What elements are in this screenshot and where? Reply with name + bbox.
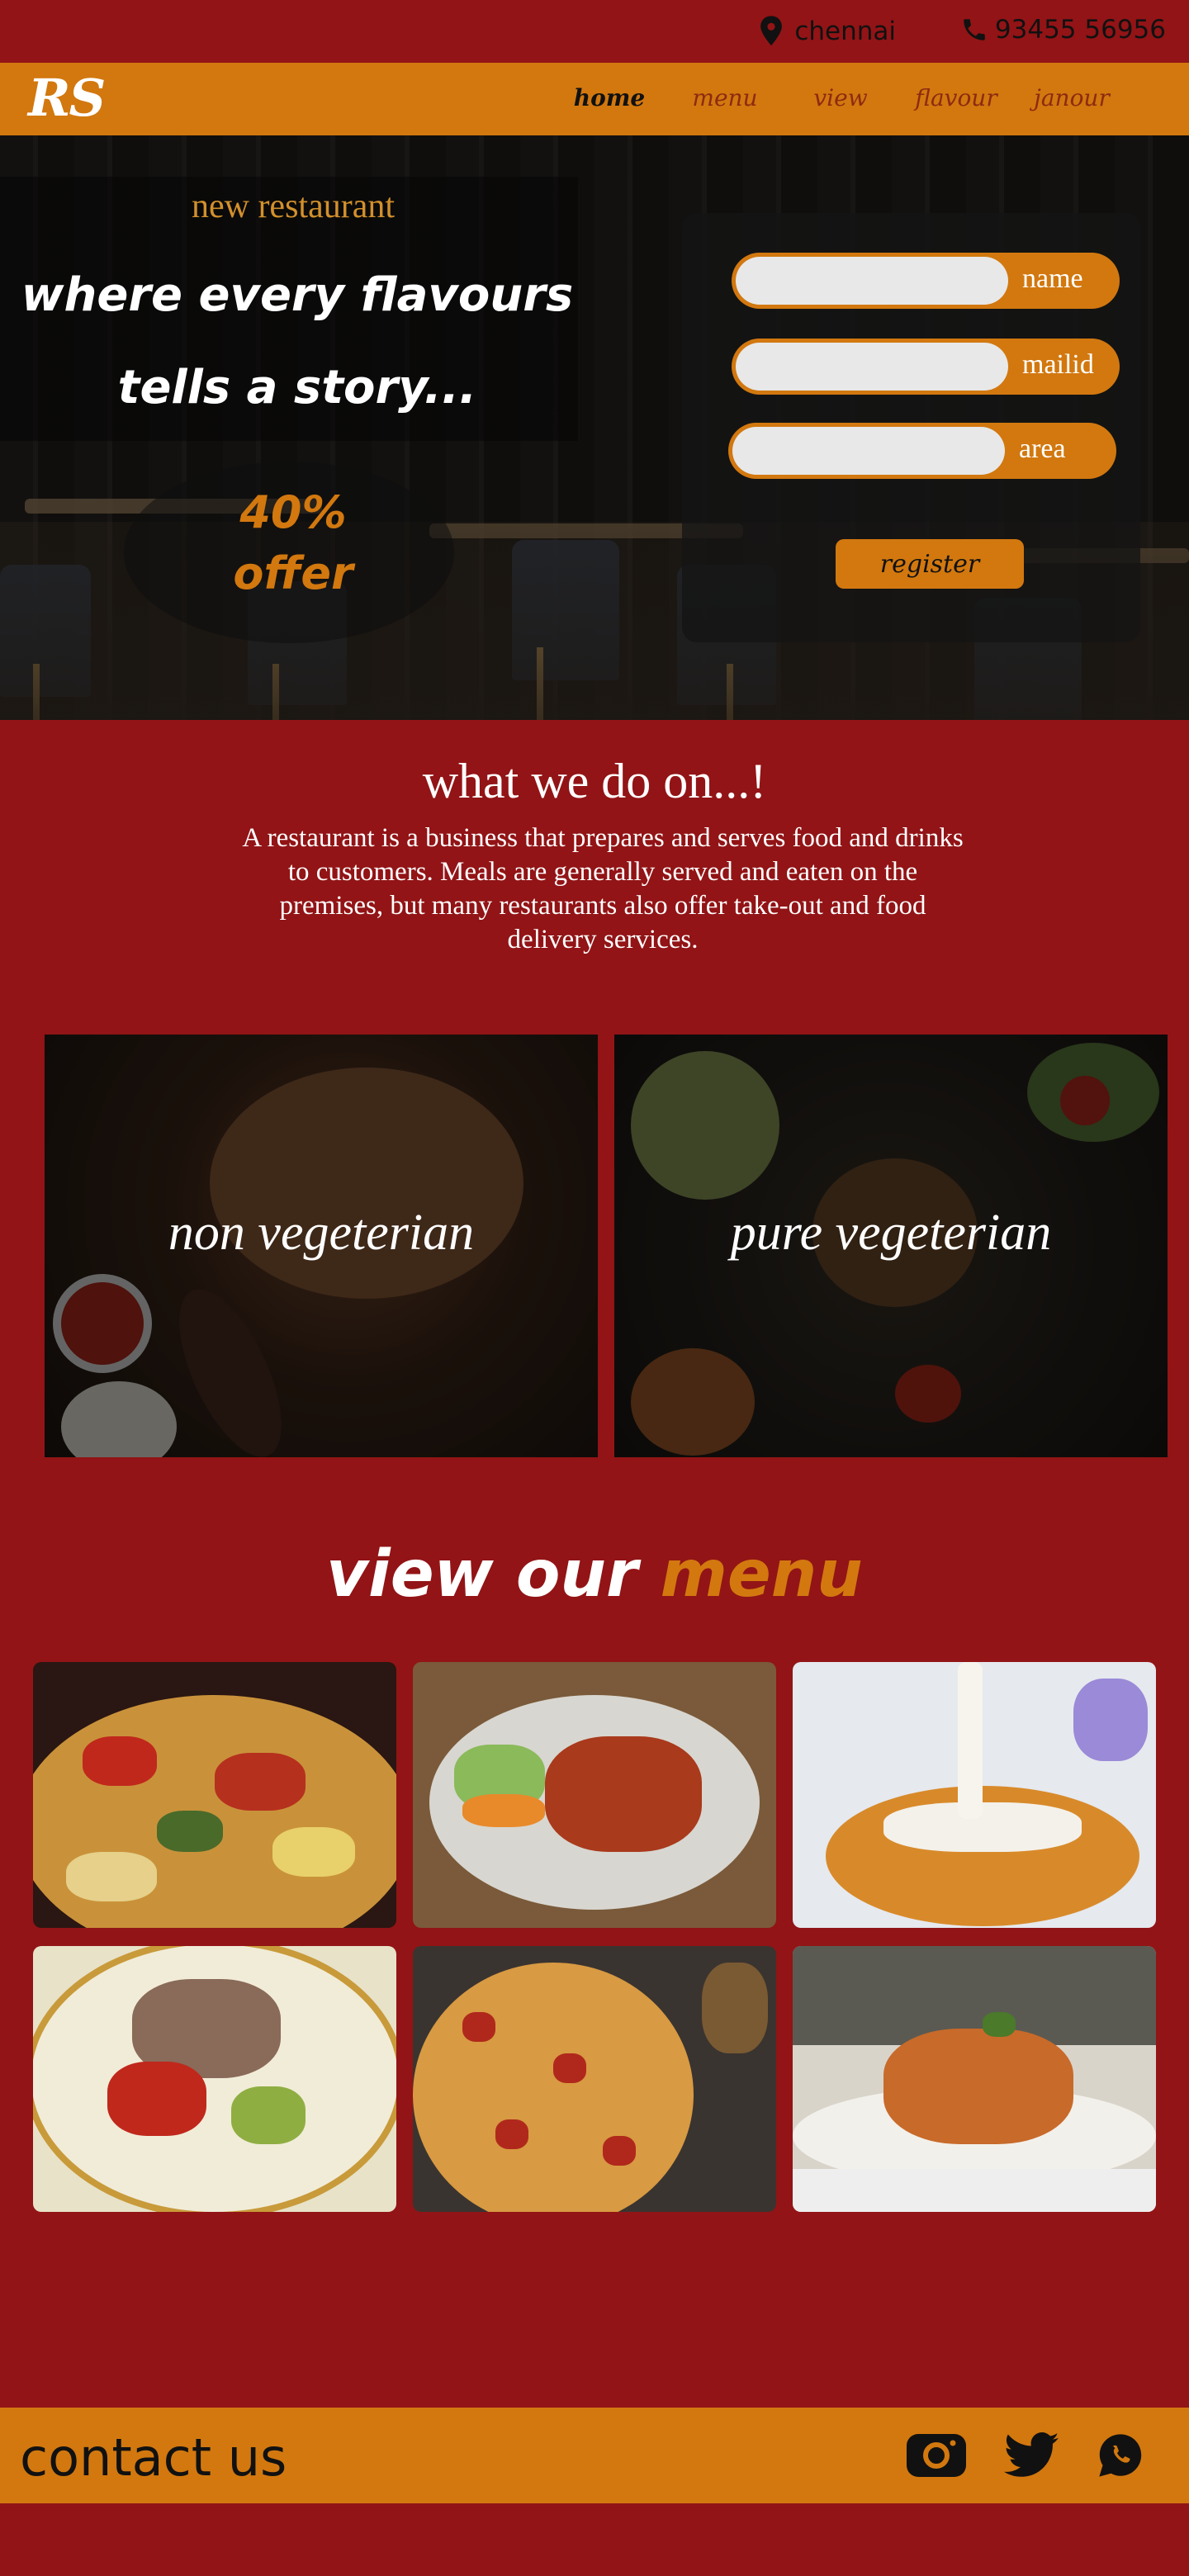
phone-icon <box>964 19 985 40</box>
hero-headline-line2: tells a story... <box>117 361 477 414</box>
name-input[interactable] <box>736 257 1008 305</box>
name-label: name <box>1022 263 1083 294</box>
brand-logo[interactable]: RS <box>28 68 106 128</box>
menu-dish-octopus-salad[interactable] <box>33 1946 396 2212</box>
register-button[interactable]: register <box>836 539 1024 589</box>
cake-flowers <box>1073 1679 1148 1761</box>
pasta-pepper <box>215 1753 306 1811</box>
phone-info[interactable]: 93455 56956 <box>960 15 1166 45</box>
offer-percent: 40% <box>239 486 347 538</box>
category-card-non-veg[interactable]: non vegeterian <box>45 1035 598 1457</box>
pasta-pepper <box>83 1736 157 1786</box>
phone-number[interactable]: 93455 56956 <box>995 15 1166 45</box>
octopus-pesto <box>231 2086 306 2144</box>
nav-item-menu[interactable]: menu <box>667 84 783 111</box>
menu-title-accent: menu <box>660 1537 863 1612</box>
nav-menu: home menu view flavour janour <box>552 84 1130 111</box>
mailid-input[interactable] <box>736 343 1008 391</box>
offer-word: offer <box>233 547 353 599</box>
wings-chicken <box>545 1736 702 1852</box>
social-links <box>905 2432 1144 2479</box>
top-info-bar: chennai 93455 56956 <box>0 0 1189 63</box>
registration-form: name mailid area register <box>682 213 1140 642</box>
pasta-greens <box>157 1811 223 1852</box>
pizza-glass <box>702 1963 768 2053</box>
pizza-pepperoni <box>553 2053 586 2083</box>
category-label-non-veg: non vegeterian <box>168 1205 475 1261</box>
instagram-icon[interactable] <box>905 2432 968 2479</box>
category-card-pure-veg[interactable]: pure vegeterian <box>614 1035 1168 1457</box>
hero-subtitle: new restaurant <box>191 187 396 225</box>
location-text: chennai <box>794 17 896 46</box>
twitter-icon[interactable] <box>997 2432 1067 2479</box>
spaghetti-noodles <box>883 2029 1073 2144</box>
location-info: chennai <box>756 15 896 48</box>
about-text: A restaurant is a business that prepares… <box>242 823 964 954</box>
cake-glaze <box>883 1802 1082 1852</box>
menu-title-main: view our <box>326 1537 638 1612</box>
contact-us-label[interactable]: contact us <box>20 2427 287 2488</box>
footer: contact us <box>0 2408 1189 2503</box>
cake-drizzle <box>958 1662 983 1819</box>
pizza-pepperoni <box>603 2136 636 2166</box>
nav-item-flavour[interactable]: flavour <box>898 84 1014 111</box>
pizza-pepperoni <box>495 2119 528 2149</box>
hero-headline: where every flavours tells a story... <box>0 249 594 434</box>
pasta-penne <box>272 1827 355 1877</box>
mailid-field: mailid <box>732 339 1120 395</box>
name-field: name <box>732 253 1120 309</box>
offer-badge: 40% offer <box>182 482 405 604</box>
area-input[interactable] <box>732 427 1005 475</box>
pizza-pepperoni <box>462 2012 495 2042</box>
pasta-penne <box>66 1852 157 1901</box>
nav-item-view[interactable]: view <box>783 84 898 111</box>
menu-dish-bundt-cake[interactable] <box>793 1662 1156 1928</box>
main-navbar: RS home menu view flavour janour <box>0 63 1189 135</box>
area-field: area <box>728 423 1116 479</box>
about-title: what we do on...! <box>422 754 767 808</box>
menu-dish-spaghetti[interactable] <box>793 1946 1156 2212</box>
area-label: area <box>1019 433 1066 464</box>
map-pin-icon <box>760 16 783 46</box>
nav-item-janour[interactable]: janour <box>1014 84 1130 111</box>
wings-carrot <box>462 1794 545 1827</box>
octopus-tomato <box>107 2062 206 2136</box>
menu-section-title: view our menu <box>0 1537 1189 1612</box>
whatsapp-icon[interactable] <box>1097 2432 1144 2479</box>
spaghetti-cloth <box>793 2169 1156 2212</box>
hero-headline-line1: where every flavours <box>21 268 574 322</box>
pizza-base <box>413 1963 694 2212</box>
category-label-pure-veg: pure vegeterian <box>730 1205 1052 1261</box>
hero-section: new restaurant where every flavours tell… <box>0 135 1189 720</box>
menu-dish-pizza[interactable] <box>413 1946 776 2212</box>
spaghetti-herb <box>983 2012 1016 2037</box>
nav-item-home[interactable]: home <box>552 84 667 111</box>
menu-dish-pasta[interactable] <box>33 1662 396 1928</box>
mailid-label: mailid <box>1022 349 1094 380</box>
menu-dish-chicken-wings[interactable] <box>413 1662 776 1928</box>
